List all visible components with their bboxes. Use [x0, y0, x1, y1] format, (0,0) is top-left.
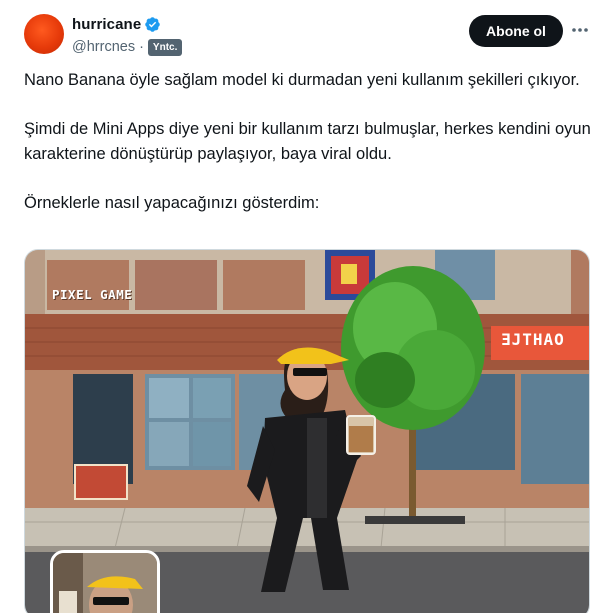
handle-row: @hrrcnes · Yntc. — [72, 37, 183, 57]
more-horizontal-icon[interactable] — [568, 20, 592, 40]
verified-badge-icon — [145, 16, 161, 32]
display-name[interactable]: hurricane — [72, 16, 141, 33]
separator-dot: · — [139, 39, 144, 55]
avatar[interactable] — [24, 14, 64, 54]
tweet-text: Nano Banana öyle sağlam model ki durmada… — [24, 68, 594, 216]
follow-button[interactable]: Abone ol — [469, 15, 563, 47]
media-overlay-label: PIXEL GAME — [52, 287, 133, 302]
author-block: hurricane @hrrcnes · Yntc. — [72, 14, 183, 57]
name-row: hurricane — [72, 14, 182, 34]
tweet-media-image[interactable]: PIXEL GAME ƎJTHAO — [24, 249, 590, 613]
handle[interactable]: @hrrcnes — [72, 39, 135, 55]
shop-sign-text: ƎJTHAO — [501, 330, 565, 349]
tweet-card: hurricane @hrrcnes · Yntc. Abone ol Nano… — [0, 0, 616, 613]
tweet-paragraph: Örneklerle nasıl yapacağınızı gösterdim: — [24, 194, 320, 212]
tweet-paragraph: Nano Banana öyle sağlam model ki durmada… — [24, 71, 580, 89]
tweet-paragraph: Şimdi de Mini Apps diye yeni bir kullanı… — [24, 120, 591, 163]
inset-photo — [50, 550, 160, 613]
translate-badge: Yntc. — [147, 38, 183, 56]
